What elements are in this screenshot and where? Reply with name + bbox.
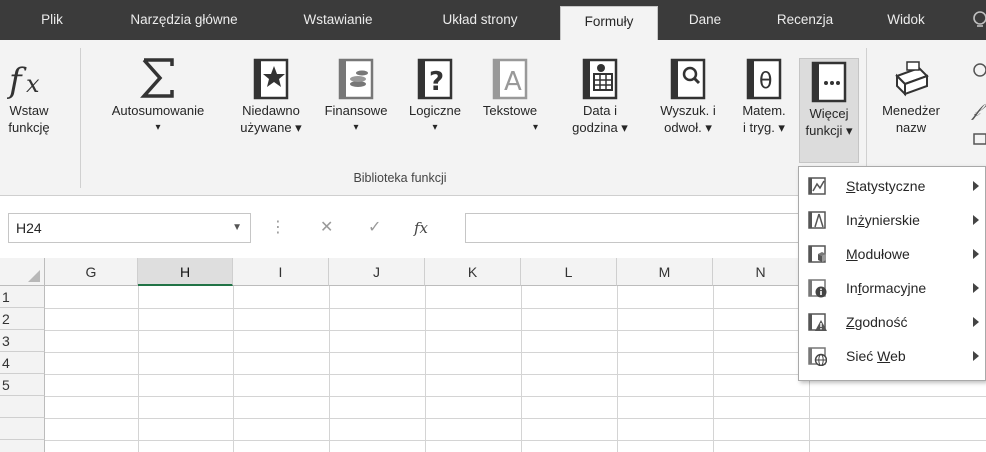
name-box[interactable]: H24 ▼ (8, 213, 251, 243)
column-header-n[interactable]: N (713, 258, 809, 286)
name-manager-button[interactable]: Menedżer nazw (870, 46, 952, 136)
function-icon: f x (7, 61, 40, 101)
chevron-down-icon[interactable]: ▼ (232, 214, 242, 242)
logical-button[interactable]: ? Logiczne ▾ (398, 46, 472, 136)
insert-function-icon[interactable]: fx (414, 213, 428, 243)
tab-page-layout[interactable]: Układ strony (415, 0, 545, 40)
grid-line (329, 286, 330, 452)
grid-line (617, 286, 618, 452)
grid-line (138, 286, 139, 452)
row-header-8[interactable] (0, 440, 45, 452)
submenu-arrow-icon (973, 249, 979, 259)
menu-item-web[interactable]: Sieć Web (799, 341, 986, 371)
row-header-6[interactable] (0, 396, 45, 418)
compatibility-icon (808, 313, 827, 331)
grid-line (45, 440, 986, 441)
row-header-2[interactable]: 2 (0, 308, 45, 330)
svg-text:θ: θ (759, 69, 772, 94)
ellipsis-book-icon (811, 61, 847, 103)
column-header-j[interactable]: J (329, 258, 425, 286)
submenu-arrow-icon (973, 317, 979, 327)
grid-line (521, 286, 522, 452)
select-all-triangle-icon (28, 270, 40, 282)
tab-file[interactable]: Plik (22, 0, 82, 40)
menu-item-compatibility[interactable]: Zgodność (799, 307, 986, 337)
svg-text:A: A (504, 67, 522, 97)
name-tags-icon (895, 61, 929, 97)
date-time-button[interactable]: Data i godzina ▾ (560, 46, 640, 136)
menu-item-information[interactable]: Informacyjne (799, 273, 986, 303)
calendar-book-icon (582, 58, 618, 100)
question-book-icon: ? (417, 58, 453, 100)
grid-line (425, 286, 426, 452)
column-header-h[interactable]: H (138, 258, 233, 286)
tab-review[interactable]: Recenzja (755, 0, 855, 40)
formula-bar-grip-icon: ⋮ (270, 219, 286, 236)
define-name-icons[interactable]: 𝒻 (970, 60, 986, 150)
coins-book-icon (338, 58, 374, 100)
tab-formulas[interactable]: Formuły (560, 6, 658, 40)
engineering-icon (808, 211, 826, 229)
star-book-icon (253, 58, 289, 100)
lightbulb-icon[interactable] (970, 10, 986, 30)
cube-icon (808, 245, 826, 263)
submenu-arrow-icon (973, 215, 979, 225)
web-icon (808, 347, 827, 366)
enter-check-icon[interactable]: ✓ (368, 213, 381, 243)
grid-line (45, 396, 986, 397)
select-all-corner[interactable] (0, 258, 45, 286)
column-header-k[interactable]: K (425, 258, 521, 286)
sigma-icon (140, 58, 174, 98)
menu-item-cube[interactable]: Modułowe (799, 239, 986, 269)
row-header-7[interactable] (0, 418, 45, 440)
more-functions-menu: Statystyczne Inżynierskie Modułowe Infor… (798, 166, 986, 381)
math-trig-button[interactable]: θ Matem. i tryg. ▾ (730, 46, 798, 136)
row-header-4[interactable]: 4 (0, 352, 45, 374)
financial-button[interactable]: Finansowe ▾ (316, 46, 396, 136)
tab-view[interactable]: Widok (866, 0, 946, 40)
svg-text:f: f (7, 61, 27, 101)
insert-function-button[interactable]: f x Wstaw funkcję (2, 46, 56, 136)
ribbon-tab-bar: Plik Narzędzia główne Wstawianie Układ s… (0, 0, 986, 40)
ribbon-separator (80, 48, 81, 188)
more-functions-button[interactable]: Więcej funkcji ▾ (799, 58, 859, 163)
tab-home[interactable]: Narzędzia główne (104, 0, 264, 40)
row-header-3[interactable]: 3 (0, 330, 45, 352)
information-icon (808, 279, 827, 298)
tab-insert[interactable]: Wstawianie (283, 0, 393, 40)
recently-used-button[interactable]: Niedawno używane ▾ (228, 46, 314, 136)
submenu-arrow-icon (973, 181, 979, 191)
row-header-1[interactable]: 1 (0, 286, 45, 308)
svg-text:?: ? (429, 67, 444, 97)
column-header-l[interactable]: L (521, 258, 617, 286)
column-header-i[interactable]: I (233, 258, 329, 286)
lookup-reference-button[interactable]: Wyszuk. i odwoł. ▾ (646, 46, 730, 136)
row-header-5[interactable]: 5 (0, 374, 45, 396)
column-header-m[interactable]: M (617, 258, 713, 286)
menu-item-statistical[interactable]: Statystyczne (799, 171, 986, 201)
svg-text:x: x (26, 70, 40, 98)
cancel-icon[interactable]: ✕ (320, 213, 333, 243)
tab-data[interactable]: Dane (670, 0, 740, 40)
menu-item-engineering[interactable]: Inżynierskie (799, 205, 986, 235)
group-label-function-library: Biblioteka funkcji (353, 171, 447, 185)
magnifier-book-icon (670, 58, 706, 100)
text-book-icon: A (492, 58, 528, 100)
grid-line (45, 418, 986, 419)
grid-line (233, 286, 234, 452)
svg-text:𝒻: 𝒻 (971, 100, 986, 121)
theta-book-icon: θ (746, 58, 782, 100)
autosum-button[interactable]: Autosumowanie ▾ (90, 46, 226, 136)
submenu-arrow-icon (973, 283, 979, 293)
grid-line (713, 286, 714, 452)
text-functions-button[interactable]: A Tekstowe ▾ (472, 46, 548, 136)
column-header-g[interactable]: G (45, 258, 138, 286)
statistical-icon (808, 177, 826, 195)
submenu-arrow-icon (973, 351, 979, 361)
